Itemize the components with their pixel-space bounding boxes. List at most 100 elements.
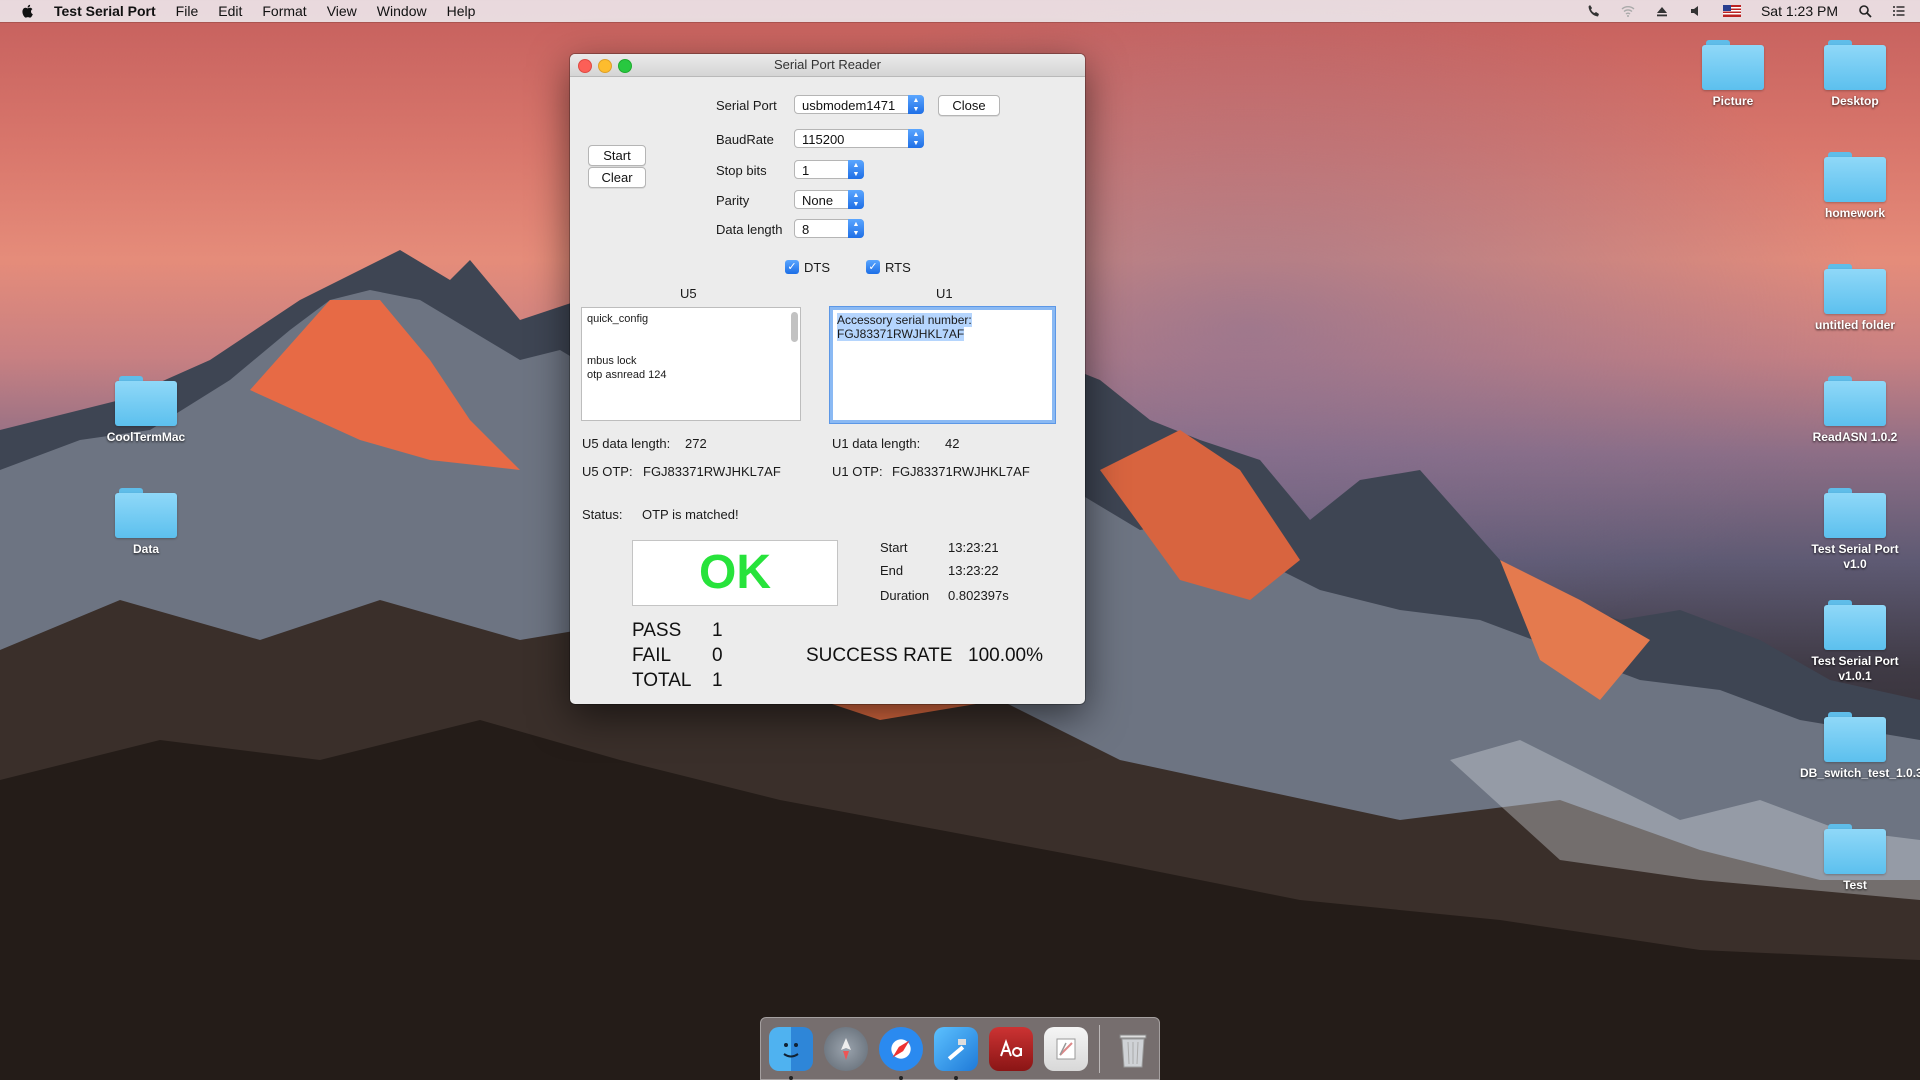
u5-heading: U5 [680,286,697,301]
menubar-clock[interactable]: Sat 1:23 PM [1761,3,1838,19]
result-text: OK [699,546,771,599]
chevron-updown-icon: ▲ ▼ [908,95,924,114]
u1-heading: U1 [936,286,953,301]
serial-port-reader-window: Serial Port Reader Start Clear Serial Po… [570,54,1085,704]
eject-icon[interactable] [1655,4,1669,18]
window-titlebar[interactable]: Serial Port Reader [570,54,1085,77]
datalength-label: Data length [716,222,783,237]
stopbits-label: Stop bits [716,163,767,178]
apple-icon[interactable] [20,3,36,19]
folder-icon [1824,824,1886,874]
phone-icon[interactable] [1587,4,1601,18]
safari-icon[interactable] [879,1026,923,1080]
end-time-label: End [880,563,904,578]
menu-file[interactable]: File [176,3,199,19]
parity-select[interactable]: None ▲ ▼ [794,190,864,209]
stopbits-select[interactable]: 1 ▲ ▼ [794,160,864,179]
menu-app-name[interactable]: Test Serial Port [54,3,156,19]
desktop-folder-test[interactable]: Test [1800,824,1910,893]
serial-port-select[interactable]: usbmodem1471 ▲ ▼ [794,95,924,114]
datalength-select[interactable]: 8 ▲ ▼ [794,219,864,238]
pass-value: 1 [712,620,723,641]
wifi-icon[interactable] [1621,4,1635,18]
spotlight-search-icon[interactable] [1858,4,1872,18]
window-zoom-button[interactable] [618,59,632,73]
window-close-button[interactable] [578,59,592,73]
desktop-folder-picture[interactable]: Picture [1678,40,1788,109]
menu-view[interactable]: View [327,3,357,19]
text-editor-icon[interactable] [1044,1026,1088,1071]
close-port-button[interactable]: Close [938,95,1000,116]
folder-icon [1824,712,1886,762]
desktop-folder-cooltermmac[interactable]: CoolTermMac [91,376,201,445]
desktop-icon-label: DB_switch_test_1.0.34 [1800,766,1920,780]
u1-output-textarea[interactable]: Accessory serial number: FGJ83371RWJHKL7… [830,307,1055,423]
start-time-label: Start [880,540,908,555]
success-rate-value: 100.00% [968,645,1044,666]
u5-otp-label: U5 OTP: [582,464,633,479]
rts-checkbox[interactable]: ✓ [866,260,880,274]
u5-scrollbar[interactable] [791,312,798,342]
trash-icon[interactable] [1111,1027,1155,1071]
hammer-icon [947,1038,966,1060]
desktop-folder-untitled[interactable]: untitled folder [1800,264,1910,333]
folder-icon [1824,152,1886,202]
u5-output-textarea[interactable]: quick_config mbus lock otp asnread 124 [581,307,801,421]
u5-line: quick_config [587,313,649,325]
desktop-folder-readasn[interactable]: ReadASN 1.0.2 [1800,376,1910,445]
folder-icon [1824,376,1886,426]
duration-label: Duration [880,588,930,603]
clear-button[interactable]: Clear [588,167,646,188]
desktop-folder-test-serial-port-v1-0-1[interactable]: Test Serial Port v1.0.1 [1800,600,1910,684]
success-rate-label: SUCCESS RATE [806,645,953,666]
u1-data-length-label: U1 data length: [832,436,921,451]
desktop-folder-data[interactable]: Data [91,488,201,557]
dock [760,1017,1160,1080]
dictionary-icon[interactable] [989,1026,1033,1071]
dock-separator [1099,1024,1100,1073]
u5-data-length-value: 272 [685,436,707,451]
menu-format[interactable]: Format [262,3,306,19]
menu-window[interactable]: Window [377,3,427,19]
chevron-updown-icon: ▲ ▼ [848,219,864,238]
u5-data-length-label: U5 data length: [582,436,671,451]
finder-icon[interactable] [769,1026,813,1080]
window-minimize-button[interactable] [598,59,612,73]
folder-icon [1824,488,1886,538]
folder-icon [1702,40,1764,90]
notification-center-icon[interactable] [1892,4,1906,18]
us-flag-icon[interactable] [1722,4,1741,18]
desktop-folder-desktop[interactable]: Desktop [1800,40,1910,109]
u5-line: mbus lock [587,355,637,367]
start-button[interactable]: Start [588,145,646,166]
u5-line [587,326,795,340]
parity-value: None [802,193,834,208]
desktop-icon-label: Picture [1712,94,1754,108]
running-indicator [954,1075,958,1080]
chevron-updown-icon: ▲ ▼ [908,129,924,148]
folder-icon [1824,600,1886,650]
serial-port-value: usbmodem1471 [802,98,896,113]
volume-icon[interactable] [1689,4,1703,18]
finder-face-icon [783,1042,799,1057]
dts-checkbox[interactable]: ✓ [785,260,799,274]
desktop-icon-label: Test [1843,878,1867,892]
total-label: TOTAL [632,670,692,691]
window-title: Serial Port Reader [774,57,881,72]
desktop-icon-label: Test Serial Port v1.0 [1811,542,1899,571]
desktop-icon-label: Data [132,542,159,556]
baudrate-select[interactable]: 115200 ▲ ▼ [794,129,924,148]
fail-value: 0 [712,645,723,666]
book-glyph-icon [1000,1038,1022,1057]
running-indicator [899,1075,903,1080]
desktop-icon-label: Desktop [1831,94,1879,108]
desktop-folder-test-serial-port-v1-0[interactable]: Test Serial Port v1.0 [1800,488,1910,572]
xcode-icon[interactable] [934,1026,978,1080]
desktop-folder-db-switch-test[interactable]: DB_switch_test_1.0.34 [1800,712,1920,781]
serial-port-label: Serial Port [716,98,777,113]
menu-edit[interactable]: Edit [218,3,242,19]
launchpad-icon[interactable] [824,1026,868,1071]
desktop-folder-homework[interactable]: homework [1800,152,1910,221]
folder-icon [115,488,177,538]
menu-help[interactable]: Help [447,3,476,19]
